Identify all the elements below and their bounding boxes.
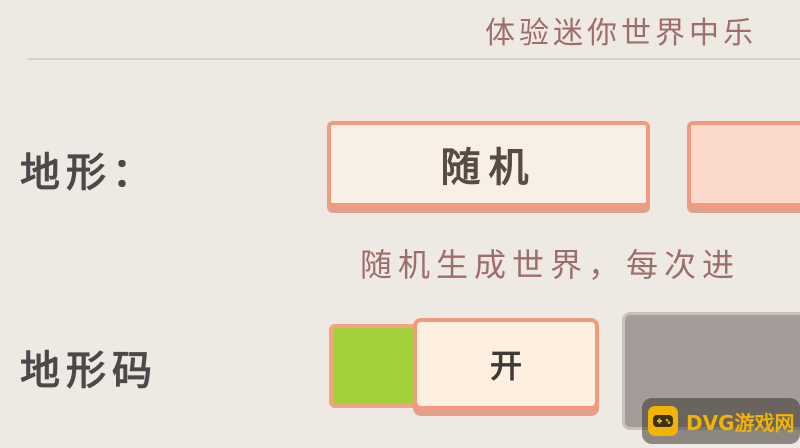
- terrain-option-random-button[interactable]: 随机: [327, 121, 650, 207]
- terrain-code-toggle[interactable]: 开: [329, 318, 599, 412]
- gamepad-icon: [648, 406, 678, 436]
- header-caption: 体验迷你世界中乐: [485, 16, 757, 51]
- divider: [28, 58, 800, 60]
- terrain-option-next-button[interactable]: [687, 121, 800, 207]
- watermark: DVG游戏网: [642, 398, 800, 444]
- toggle-knob[interactable]: 开: [413, 318, 599, 410]
- watermark-text: DVG游戏网: [686, 410, 795, 435]
- terrain-description: 随机生成世界，每次进: [360, 246, 741, 284]
- terrain-label: 地形：: [20, 150, 158, 196]
- terrain-code-label: 地形码: [20, 348, 158, 394]
